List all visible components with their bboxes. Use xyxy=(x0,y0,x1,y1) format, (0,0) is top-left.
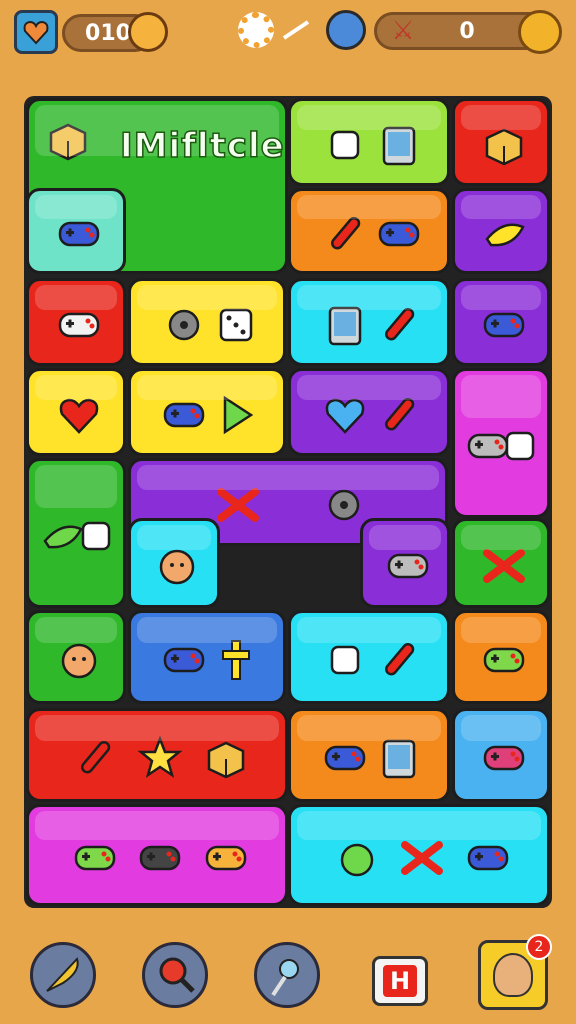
plant-icon xyxy=(320,635,370,685)
puzzle-tile[interactable] xyxy=(360,518,450,608)
dice-icon xyxy=(211,300,261,350)
controller-icon xyxy=(374,209,424,259)
dock-brush-button[interactable] xyxy=(254,942,320,1008)
puzzle-tile[interactable] xyxy=(128,278,286,366)
notification-badge: 2 xyxy=(526,934,552,960)
h-letter-icon: H xyxy=(383,965,417,997)
pencil-icon[interactable] xyxy=(282,18,312,42)
puzzle-tile[interactable] xyxy=(452,98,550,186)
pacifier-icon xyxy=(71,511,121,561)
puzzle-tile[interactable] xyxy=(452,610,550,704)
wrench-icon xyxy=(320,120,370,170)
feather-icon xyxy=(46,957,79,992)
switch-icon xyxy=(159,390,209,440)
puzzle-tile[interactable] xyxy=(288,804,550,906)
top-bar: 010 0 ⚔ xyxy=(0,0,576,70)
puzzle-tile[interactable] xyxy=(452,368,550,518)
ring-icon xyxy=(319,480,369,530)
puzzle-tile[interactable] xyxy=(452,708,550,802)
face-icon xyxy=(152,541,202,591)
bone-icon xyxy=(397,833,447,883)
puzzle-tile[interactable] xyxy=(288,278,450,366)
puzzle-tile[interactable] xyxy=(26,610,126,704)
heart-shield-icon xyxy=(23,20,49,45)
bone-icon xyxy=(213,480,263,530)
bottom-dock: H 2 xyxy=(0,920,576,1024)
gamepad-dark-icon xyxy=(135,833,185,883)
heart-blue-icon xyxy=(320,390,370,440)
puzzle-tile[interactable] xyxy=(452,188,550,274)
brush-icon xyxy=(271,959,299,997)
puzzle-tile[interactable] xyxy=(128,518,220,608)
joystick-icon xyxy=(495,421,545,471)
gamepad-green-icon xyxy=(70,833,120,883)
level-title: IMifltcle xyxy=(119,125,285,167)
box-icon xyxy=(201,733,251,783)
saw-icon xyxy=(159,300,209,350)
puzzle-tile[interactable] xyxy=(288,708,450,802)
switch-icon xyxy=(159,635,209,685)
puzzle-tile[interactable] xyxy=(452,278,550,366)
gamepad-icon xyxy=(320,733,370,783)
puzzle-tile[interactable] xyxy=(288,188,450,274)
puzzle-tile[interactable] xyxy=(26,458,126,608)
star-icon xyxy=(135,733,185,783)
puzzle-tile[interactable] xyxy=(26,708,288,802)
puzzle-tile[interactable] xyxy=(288,368,450,456)
tablet-icon xyxy=(320,300,370,350)
switch-grey-icon xyxy=(383,541,433,591)
crossed-swords-icon: ⚔ xyxy=(391,16,415,46)
puzzle-tile[interactable] xyxy=(288,610,450,704)
avatar-face-icon xyxy=(493,953,533,997)
magnifier-icon xyxy=(159,957,195,993)
gamepad-pink-icon xyxy=(479,733,529,783)
face-badge-icon[interactable] xyxy=(326,10,366,50)
profile-shield-button[interactable] xyxy=(14,10,58,54)
score-value: 0 xyxy=(459,18,475,44)
puzzle-tile[interactable] xyxy=(26,368,126,456)
cross-icon xyxy=(211,635,261,685)
play-icon xyxy=(211,390,261,440)
creature-icon xyxy=(54,635,104,685)
gamepad-yellow-icon xyxy=(201,833,251,883)
checkbox-tablet-icon xyxy=(43,115,93,165)
coins-value: 010 xyxy=(85,20,131,46)
gamepad-icon xyxy=(54,209,104,259)
gamepad-icon xyxy=(479,300,529,350)
puzzle-tile[interactable] xyxy=(26,188,126,274)
phone-icon xyxy=(374,733,424,783)
shield-badge-icon[interactable] xyxy=(518,10,562,54)
apple-icon xyxy=(332,833,382,883)
ribbon-icon xyxy=(479,541,529,591)
puzzle-board: IMifltcle xyxy=(24,96,552,908)
gamepad-white-icon xyxy=(54,300,104,350)
bowl-icon[interactable] xyxy=(128,12,168,52)
dock-feather-button[interactable] xyxy=(30,942,96,1008)
puzzle-tile[interactable] xyxy=(26,278,126,366)
dock-search-button[interactable] xyxy=(142,942,208,1008)
banana-icon xyxy=(479,209,529,259)
switch-icon xyxy=(463,833,513,883)
pen-icon xyxy=(70,733,120,783)
puzzle-tile[interactable] xyxy=(128,610,286,704)
heart-icon xyxy=(54,390,104,440)
gamepad-green-icon xyxy=(479,635,529,685)
dock-h-button[interactable]: H xyxy=(372,956,428,1006)
capsule-icon xyxy=(374,635,424,685)
box-icon xyxy=(479,120,529,170)
bottle-icon xyxy=(320,209,370,259)
pen-icon xyxy=(374,300,424,350)
tablet-icon xyxy=(374,120,424,170)
puzzle-tile[interactable] xyxy=(452,518,550,608)
puzzle-tile[interactable] xyxy=(128,368,286,456)
settings-gear-icon[interactable] xyxy=(238,12,274,48)
puzzle-tile[interactable] xyxy=(26,804,288,906)
pen-icon xyxy=(374,390,424,440)
puzzle-tile[interactable] xyxy=(288,98,450,186)
